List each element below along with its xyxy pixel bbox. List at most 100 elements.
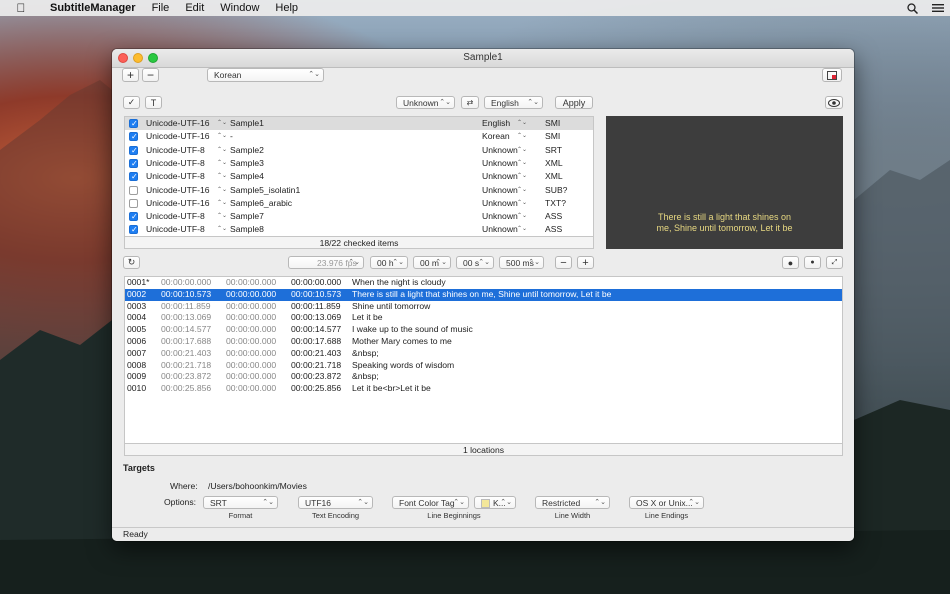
updown-chevron-icon[interactable]: ⌃⌄ [517, 170, 527, 183]
apple-menu-icon[interactable]:  [0, 0, 42, 16]
seconds-stepper[interactable]: 00 s ⌃⌄ [456, 256, 494, 269]
encoding-popup[interactable]: Unknown ⌃⌄ [396, 96, 455, 109]
updown-chevron-icon[interactable]: ⌃⌄ [217, 184, 227, 197]
file-encoding: Unicode-UTF-8 [146, 144, 205, 155]
updown-chevron-icon[interactable]: ⌃⌄ [217, 157, 227, 170]
file-checkbox[interactable] [129, 210, 138, 223]
minus-icon: − [560, 256, 567, 269]
preview-visibility-button[interactable] [825, 96, 843, 109]
file-format: SMI [545, 118, 561, 128]
text-encoding-value: UTF16 [305, 498, 331, 508]
subtitle-index: 0003 [127, 300, 147, 311]
subtitle-list[interactable]: 0001* 00:00:00.000 00:00:00.000 00:00:00.00… [124, 276, 843, 456]
subtitle-end-time: 00:00:21.718 [291, 359, 342, 370]
line-width-popup[interactable]: Restricted ⌃⌄ [535, 496, 610, 509]
subtitle-row[interactable]: 0009 00:00:23.872 00:00:00.000 00:00:23.872… [125, 371, 842, 383]
expand-icon [827, 70, 837, 80]
app-menu[interactable]: SubtitleManager [42, 0, 144, 16]
decrease-time-button[interactable]: − [555, 256, 572, 269]
target-language-popup[interactable]: English ⌃⌄ [484, 96, 543, 109]
file-name: Sample1 [230, 118, 264, 128]
mark-end-button[interactable]: ● [804, 256, 821, 269]
file-row[interactable]: Unicode-UTF-16 - Korean SMI ⌃⌄ ⌃⌄ [125, 130, 593, 143]
menu-file[interactable]: File [144, 0, 178, 16]
hours-stepper[interactable]: 00 h ⌃⌄ [370, 256, 408, 269]
increase-time-button[interactable]: + [577, 256, 594, 269]
subtitle-row[interactable]: 0003 00:00:11.859 00:00:00.000 00:00:11.859… [125, 301, 842, 313]
file-row[interactable]: Unicode-UTF-8 Sample3 Unknown XML ⌃⌄ ⌃⌄ [125, 157, 593, 170]
subtitle-row[interactable]: 0006 00:00:17.688 00:00:00.000 00:00:17.688… [125, 336, 842, 348]
updown-chevron-icon[interactable]: ⌃⌄ [517, 210, 527, 223]
where-path[interactable]: /Users/bohoonkim/Movies [208, 481, 307, 491]
updown-chevron-icon: ⌃⌄ [308, 71, 320, 78]
refresh-button[interactable]: ↻ [123, 256, 140, 269]
file-checkbox[interactable] [129, 130, 138, 143]
file-checkbox[interactable] [129, 198, 138, 208]
file-row[interactable]: Unicode-UTF-8 Sample7 Unknown ASS ⌃⌄ ⌃⌄ [125, 210, 593, 223]
updown-chevron-icon[interactable]: ⌃⌄ [217, 117, 227, 130]
file-checkbox[interactable] [129, 185, 138, 195]
updown-chevron-icon[interactable]: ⌃⌄ [217, 130, 227, 143]
toggle-preview-button[interactable] [822, 68, 842, 82]
updown-chevron-icon[interactable]: ⌃⌄ [217, 170, 227, 183]
spotlight-search-icon[interactable] [907, 2, 918, 14]
subtitle-index: 0007 [127, 347, 147, 358]
updown-chevron-icon[interactable]: ⌃⌄ [517, 130, 527, 143]
fps-popup[interactable]: 23.976 fps ⌃⌄ [288, 256, 364, 269]
updown-chevron-icon[interactable]: ⌃⌄ [517, 184, 527, 197]
file-row[interactable]: Unicode-UTF-16 Sample1 English SMI ⌃⌄ ⌃⌄ [125, 117, 593, 131]
check-all-button[interactable]: ✓ [123, 96, 140, 109]
eye-icon [828, 98, 840, 107]
updown-chevron-icon[interactable]: ⌃⌄ [217, 223, 227, 236]
minutes-stepper[interactable]: 00 m ⌃⌄ [413, 256, 451, 269]
subtitle-row[interactable]: 0008 00:00:21.718 00:00:00.000 00:00:21.718… [125, 360, 842, 372]
dot-icon: ● [787, 257, 794, 268]
file-checkbox[interactable] [129, 223, 138, 236]
updown-chevron-icon[interactable]: ⌃⌄ [217, 210, 227, 223]
subtitle-row[interactable]: 0002 00:00:10.573 00:00:00.000 00:00:10.573… [125, 288, 842, 301]
menu-window[interactable]: Window [212, 0, 267, 16]
milliseconds-stepper[interactable]: 500 ms ⌃⌄ [499, 256, 544, 269]
updown-chevron-icon[interactable]: ⌃⌄ [517, 117, 527, 130]
file-checkbox[interactable] [129, 170, 138, 183]
format-popup[interactable]: SRT ⌃⌄ [203, 496, 278, 509]
updown-chevron-icon[interactable]: ⌃⌄ [517, 223, 527, 236]
file-row[interactable]: Unicode-UTF-8 Sample8 Unknown ASS ⌃⌄ ⌃⌄ [125, 223, 593, 236]
file-row[interactable]: Unicode-UTF-16 Sample5_isolatin1 Unknown SU… [125, 184, 593, 197]
file-row[interactable]: Unicode-UTF-16 Sample6_arabic Unknown TXT? ⌃… [125, 197, 593, 210]
font-color-popup[interactable]: K... ⌃⌄ [474, 496, 516, 509]
options-label: Options: [164, 497, 197, 507]
subtitle-row[interactable]: 0007 00:00:21.403 00:00:00.000 00:00:21.403… [125, 348, 842, 360]
updown-chevron-icon[interactable]: ⌃⌄ [217, 144, 227, 157]
file-list[interactable]: Unicode-UTF-16Sample1EnglishSMI⌃⌄⌃⌄Unico… [124, 116, 594, 249]
menu-edit[interactable]: Edit [177, 0, 212, 16]
file-row[interactable]: Unicode-UTF-8 Sample4 Unknown XML ⌃⌄ ⌃⌄ [125, 170, 593, 183]
updown-chevron-icon[interactable]: ⌃⌄ [517, 197, 527, 210]
source-language-popup[interactable]: Korean ⌃⌄ [207, 68, 324, 82]
updown-chevron-icon[interactable]: ⌃⌄ [517, 144, 527, 157]
notification-center-icon[interactable] [932, 3, 944, 13]
line-beginnings-popup[interactable]: Font Color Tag ⌃⌄ [392, 496, 469, 509]
text-tool-button[interactable]: T [145, 96, 162, 109]
remove-file-button[interactable]: − [142, 68, 159, 82]
file-row[interactable]: Unicode-UTF-8 Sample2 Unknown SRT ⌃⌄ ⌃⌄ [125, 144, 593, 157]
subtitle-row[interactable]: 0005 00:00:14.577 00:00:00.000 00:00:14.577… [125, 324, 842, 336]
swap-languages-button[interactable]: ⇄ [461, 96, 479, 109]
file-checkbox[interactable] [129, 157, 138, 170]
line-endings-popup[interactable]: OS X or Unix... ⌃⌄ [629, 496, 704, 509]
subtitle-row[interactable]: 0001* 00:00:00.000 00:00:00.000 00:00:00.00… [125, 277, 842, 289]
updown-chevron-icon[interactable]: ⌃⌄ [517, 157, 527, 170]
add-file-button[interactable]: + [122, 68, 139, 82]
file-checkbox[interactable] [129, 117, 138, 130]
title-bar[interactable]: Sample1 [112, 49, 854, 68]
mark-start-button[interactable]: ● [782, 256, 799, 269]
text-encoding-popup[interactable]: UTF16 ⌃⌄ [298, 496, 373, 509]
menu-help[interactable]: Help [267, 0, 306, 16]
subtitle-row[interactable]: 0004 00:00:13.069 00:00:00.000 00:00:13.069… [125, 312, 842, 324]
fit-button[interactable]: ⤢ [826, 256, 843, 269]
updown-chevron-icon[interactable]: ⌃⌄ [217, 197, 227, 210]
apply-button[interactable]: Apply [555, 96, 593, 109]
subtitle-row[interactable]: 0010 00:00:25.856 00:00:00.000 00:00:25.856… [125, 383, 842, 395]
file-checkbox[interactable] [129, 144, 138, 157]
file-name: Sample6_arabic [230, 197, 293, 208]
